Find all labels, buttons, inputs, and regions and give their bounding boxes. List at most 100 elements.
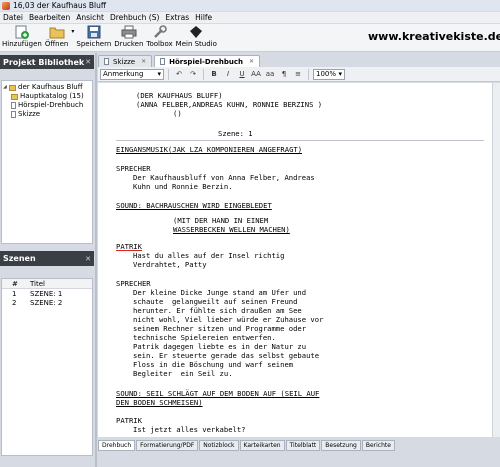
menu-bar: Datei Bearbeiten Ansicht Drehbuch (S) Ex… (0, 12, 500, 23)
sound-cue: EINGANSMUSIK(JAK LZA KOMPONIEREN ANGEFRA… (116, 145, 303, 154)
tree-item-skizze[interactable]: Skizze (3, 110, 91, 119)
tree-item-hoerspiel[interactable]: Hörspiel-Drehbuch (3, 101, 91, 110)
wrench-icon (153, 25, 167, 38)
panel-splitter[interactable] (95, 53, 97, 467)
dialogue-line: Hast du alles auf der Insel richtig (133, 251, 285, 260)
scenes-list: # Titel 1 SZENE: 1 2 SZENE: 2 (1, 278, 93, 456)
zoom-select[interactable]: 100% ▾ (313, 68, 345, 80)
character-name: SPRECHER (116, 279, 151, 288)
scenes-header: Szenen ✕ (0, 251, 94, 266)
tab-drehbuch[interactable]: Drehbuch (98, 440, 136, 451)
open-button[interactable]: Öffnen (44, 24, 69, 48)
printer-icon (121, 25, 137, 39)
tab-berichte[interactable]: Berichte (361, 440, 395, 451)
menu-drehbuch[interactable]: Drehbuch (S) (107, 13, 162, 22)
studio-icon (190, 26, 203, 38)
narration-line: seinem Rechner sitzen und Programme oder (133, 324, 307, 333)
column-title[interactable]: Titel (30, 280, 45, 288)
close-icon[interactable]: ✕ (249, 58, 254, 65)
scene-row[interactable]: 2 SZENE: 2 (2, 298, 92, 307)
tab-besetzung[interactable]: Besetzung (321, 440, 361, 451)
title-bar: 16,03 der Kaufhaus Bluff (0, 0, 500, 11)
close-icon[interactable]: ✕ (85, 255, 91, 263)
separator (203, 68, 204, 80)
sound-cue: SOUND: SEIL SCHLÄGT AUF DEM BODEN AUF (S… (116, 389, 320, 398)
sound-cue: DEN BODEN SCHMEISEN) (116, 398, 203, 407)
dialogue-line: Verdrahtet, Patty (133, 260, 207, 269)
tab-notizblock[interactable]: Notizblock (199, 440, 239, 451)
tab-karteikarten[interactable]: Karteikarten (239, 440, 285, 451)
tab-hoerspiel-drehbuch[interactable]: Hörspiel-Drehbuch ✕ (154, 55, 261, 67)
column-number[interactable]: # (2, 280, 30, 288)
script-editor[interactable]: (DER KAUFHAUS BLUFF) (ANNA FELBER,ANDREA… (98, 83, 492, 437)
print-label: Drucken (114, 40, 144, 48)
scene-heading: Szene: 1 (218, 129, 253, 138)
underline-button[interactable]: U (236, 69, 248, 80)
close-icon[interactable]: ✕ (141, 58, 146, 65)
app-icon (2, 1, 10, 10)
narration-line: Begleiter ein Seil zu. (133, 369, 233, 378)
format-toolbar: Anmerkung ▾ ↶ ↷ B I U AA aa ¶ ≡ 100% ▾ (98, 67, 500, 82)
direction-line: WASSERBECKEN WELLEN MACHEN) (173, 225, 290, 234)
studio-button[interactable]: Mein Studio (176, 24, 217, 48)
menu-extras[interactable]: Extras (162, 13, 192, 22)
folder-icon (11, 93, 18, 100)
menu-datei[interactable]: Datei (0, 13, 26, 22)
tab-titelblatt[interactable]: Titelblatt (285, 440, 321, 451)
tree-item-label: Hörspiel-Drehbuch (18, 101, 84, 109)
print-button[interactable]: Drucken (114, 24, 143, 48)
italic-button[interactable]: I (222, 69, 234, 80)
scene-row[interactable]: 1 SZENE: 1 (2, 289, 92, 298)
narration-line: herunter. Er fühlte sich draußen am See (133, 306, 302, 315)
document-tabs: Skizze ✕ Hörspiel-Drehbuch ✕ (98, 55, 500, 67)
tab-formatierung-pdf[interactable]: Formatierung/PDF (136, 440, 199, 451)
folder-icon (49, 27, 65, 39)
tree-root[interactable]: ◢ der Kaufhaus Bluff (3, 83, 91, 92)
toolbox-button[interactable]: Toolbox (146, 24, 173, 48)
menu-ansicht[interactable]: Ansicht (73, 13, 107, 22)
direction-line: (MIT DER HAND IN EINEM (173, 216, 269, 225)
scene-title: SZENE: 1 (30, 289, 63, 298)
undo-button[interactable]: ↶ (173, 69, 185, 80)
add-button[interactable]: Hinzufügen (2, 24, 42, 48)
save-button[interactable]: Speichern (76, 24, 111, 48)
document-icon (11, 111, 16, 118)
dialogue-line: Der Kaufhausbluff von Anna Felber, Andre… (133, 173, 315, 182)
align-button[interactable]: ≡ (292, 69, 304, 80)
uppercase-button[interactable]: AA (250, 69, 262, 80)
lowercase-button[interactable]: aa (264, 69, 276, 80)
character-name: SPRECHER (116, 164, 151, 173)
narration-line: Floss in die Böschung und warf seinem (133, 360, 294, 369)
editor-scrollbar[interactable] (492, 83, 500, 437)
separator (168, 68, 169, 80)
save-icon (87, 25, 101, 39)
scene-separator (116, 140, 484, 141)
paragraph-button[interactable]: ¶ (278, 69, 290, 80)
redo-button[interactable]: ↷ (187, 69, 199, 80)
tree-item-label: Skizze (18, 110, 41, 118)
tree-item-hauptkatalog[interactable]: Hauptkatalog (15) (3, 92, 91, 101)
chevron-down-icon: ▾ (157, 70, 161, 78)
document-icon (11, 102, 16, 109)
tab-label: Skizze (113, 57, 136, 66)
narration-line: nicht wohl, Viel lieber würde er Zuhause… (133, 315, 324, 324)
narration-line: sein. Er steuerte gerade das selbst geba… (133, 351, 320, 360)
open-arrow[interactable]: ▾ (71, 24, 74, 36)
bold-button[interactable]: B (208, 69, 220, 80)
style-select[interactable]: Anmerkung ▾ (100, 68, 164, 80)
zoom-value: 100% (316, 70, 337, 78)
close-icon[interactable]: ✕ (85, 58, 91, 66)
folder-icon (9, 84, 16, 91)
narration-line: technische Spielereien entwerfen. (133, 333, 276, 342)
website-watermark: www.kreativekiste.de (368, 30, 500, 43)
tree-item-label: Hauptkatalog (15) (20, 92, 84, 100)
menu-hilfe[interactable]: Hilfe (192, 13, 215, 22)
chevron-down-icon: ▾ (338, 70, 342, 78)
narration-line: Der kleine Dicke Junge stand am Ufer und (133, 288, 307, 297)
title-line: (ANNA FELBER,ANDREAS KUHN, RONNIE BERZIN… (136, 100, 323, 109)
tab-skizze[interactable]: Skizze ✕ (98, 55, 153, 67)
menu-bearbeiten[interactable]: Bearbeiten (26, 13, 73, 22)
open-label: Öffnen (44, 40, 69, 48)
narration-line: Patrik dagegen liebte es in der Natur zu (133, 342, 307, 351)
scene-number: 2 (12, 298, 17, 307)
